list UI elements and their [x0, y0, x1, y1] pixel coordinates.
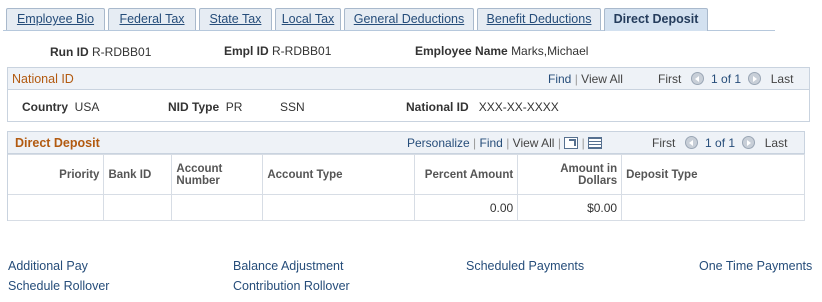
- one-time-payments-link[interactable]: One Time Payments: [699, 259, 812, 273]
- table-row: 0.00 $0.00: [8, 194, 805, 221]
- separator: |: [574, 72, 578, 86]
- contribution-rollover-link[interactable]: Contribution Rollover: [233, 279, 350, 293]
- balance-adjustment-link[interactable]: Balance Adjustment: [233, 259, 344, 273]
- country-label: Country: [22, 100, 68, 114]
- separator: |: [473, 136, 477, 150]
- cell-account-number: [171, 194, 264, 221]
- nid-type-value: PR: [225, 100, 243, 114]
- national-id-value: XXX-XX-XXXX: [478, 100, 559, 114]
- national-id-pager: First 1 of 1 Last: [658, 72, 793, 86]
- view-all-link[interactable]: View All: [513, 136, 555, 150]
- personalize-link[interactable]: Personalize: [407, 136, 470, 150]
- cell-priority: [8, 194, 105, 221]
- row-range: 1 of 1: [705, 136, 736, 150]
- scheduled-payments-link[interactable]: Scheduled Payments: [466, 259, 584, 273]
- empl-id-field: Empl ID R-RDBB01: [224, 44, 331, 58]
- cell-bank-id: [103, 194, 173, 221]
- tab-local-tax[interactable]: Local Tax: [275, 8, 341, 30]
- row-range: 1 of 1: [711, 72, 742, 86]
- employee-name-label: Employee Name: [415, 44, 508, 58]
- tab-benefit-deductions[interactable]: Benefit Deductions: [477, 8, 601, 30]
- nid-type-description: SSN: [280, 100, 305, 114]
- col-bank-id[interactable]: Bank ID: [103, 154, 173, 195]
- nid-type-label: NID Type: [168, 100, 220, 114]
- run-id-field: Run ID R-RDBB01: [50, 45, 151, 59]
- national-id-label: National ID: [406, 100, 469, 114]
- previous-icon[interactable]: [691, 72, 705, 85]
- national-id-header: National ID Find | View All First 1 of 1…: [8, 68, 809, 90]
- empl-id-label: Empl ID: [224, 44, 269, 58]
- find-link[interactable]: Find: [548, 72, 571, 86]
- country-value: USA: [74, 100, 100, 114]
- cell-deposit-type: [621, 194, 805, 221]
- national-id-field: National ID XXX-XX-XXXX: [406, 100, 559, 114]
- tab-employee-bio[interactable]: Employee Bio: [6, 8, 105, 30]
- empl-id-value: R-RDBB01: [272, 44, 332, 58]
- cell-amount-in-dollars: $0.00: [517, 194, 623, 221]
- col-account-number[interactable]: Account Number: [171, 154, 264, 195]
- tab-federal-tax[interactable]: Federal Tax: [108, 8, 196, 30]
- schedule-rollover-link[interactable]: Schedule Rollover: [8, 279, 109, 293]
- separator: |: [506, 136, 510, 150]
- find-link[interactable]: Find: [480, 136, 503, 150]
- run-id-value: R-RDBB01: [92, 45, 152, 59]
- col-amount-in-dollars[interactable]: Amount in Dollars: [517, 154, 623, 195]
- tab-direct-deposit[interactable]: Direct Deposit: [604, 8, 708, 31]
- grid-header-row: Priority Bank ID Account Number Account …: [8, 154, 805, 195]
- col-priority[interactable]: Priority: [8, 154, 105, 195]
- direct-deposit-pager: First 1 of 1 Last: [652, 136, 787, 150]
- previous-icon[interactable]: [685, 136, 699, 149]
- national-id-title: National ID: [12, 72, 74, 86]
- separator: |: [581, 136, 585, 150]
- first-label: First: [658, 72, 682, 86]
- next-icon[interactable]: [741, 136, 755, 149]
- col-percent-amount[interactable]: Percent Amount: [414, 154, 519, 195]
- zoom-icon[interactable]: [564, 137, 579, 149]
- employee-name-value: Marks,Michael: [511, 44, 589, 58]
- tab-general-deductions[interactable]: General Deductions: [344, 8, 474, 30]
- tab-state-tax[interactable]: State Tax: [199, 8, 272, 30]
- col-deposit-type[interactable]: Deposit Type: [621, 154, 805, 195]
- country-field: Country USA: [22, 100, 99, 114]
- last-label: Last: [770, 72, 794, 86]
- separator: |: [557, 136, 561, 150]
- run-id-label: Run ID: [50, 45, 89, 59]
- cell-account-type: [262, 194, 416, 221]
- first-label: First: [652, 136, 676, 150]
- cell-percent-amount: 0.00: [414, 194, 519, 221]
- direct-deposit-title: Direct Deposit: [15, 136, 100, 150]
- direct-deposit-toolbar: Personalize | Find | View All | |: [407, 136, 603, 150]
- download-grid-icon[interactable]: [588, 137, 603, 149]
- col-account-type[interactable]: Account Type: [262, 154, 416, 195]
- additional-pay-link[interactable]: Additional Pay: [8, 259, 88, 273]
- next-icon[interactable]: [747, 72, 761, 85]
- nid-type-field: NID Type PR: [168, 100, 242, 114]
- employee-name-field: Employee Name Marks,Michael: [415, 44, 588, 58]
- tab-strip: Employee Bio Federal Tax State Tax Local…: [3, 8, 775, 31]
- last-label: Last: [764, 136, 788, 150]
- direct-deposit-header: Direct Deposit Personalize | Find | View…: [8, 132, 804, 154]
- view-all-link[interactable]: View All: [581, 72, 623, 86]
- direct-deposit-grid: Priority Bank ID Account Number Account …: [8, 154, 805, 221]
- national-id-find-bar: Find | View All: [548, 72, 623, 86]
